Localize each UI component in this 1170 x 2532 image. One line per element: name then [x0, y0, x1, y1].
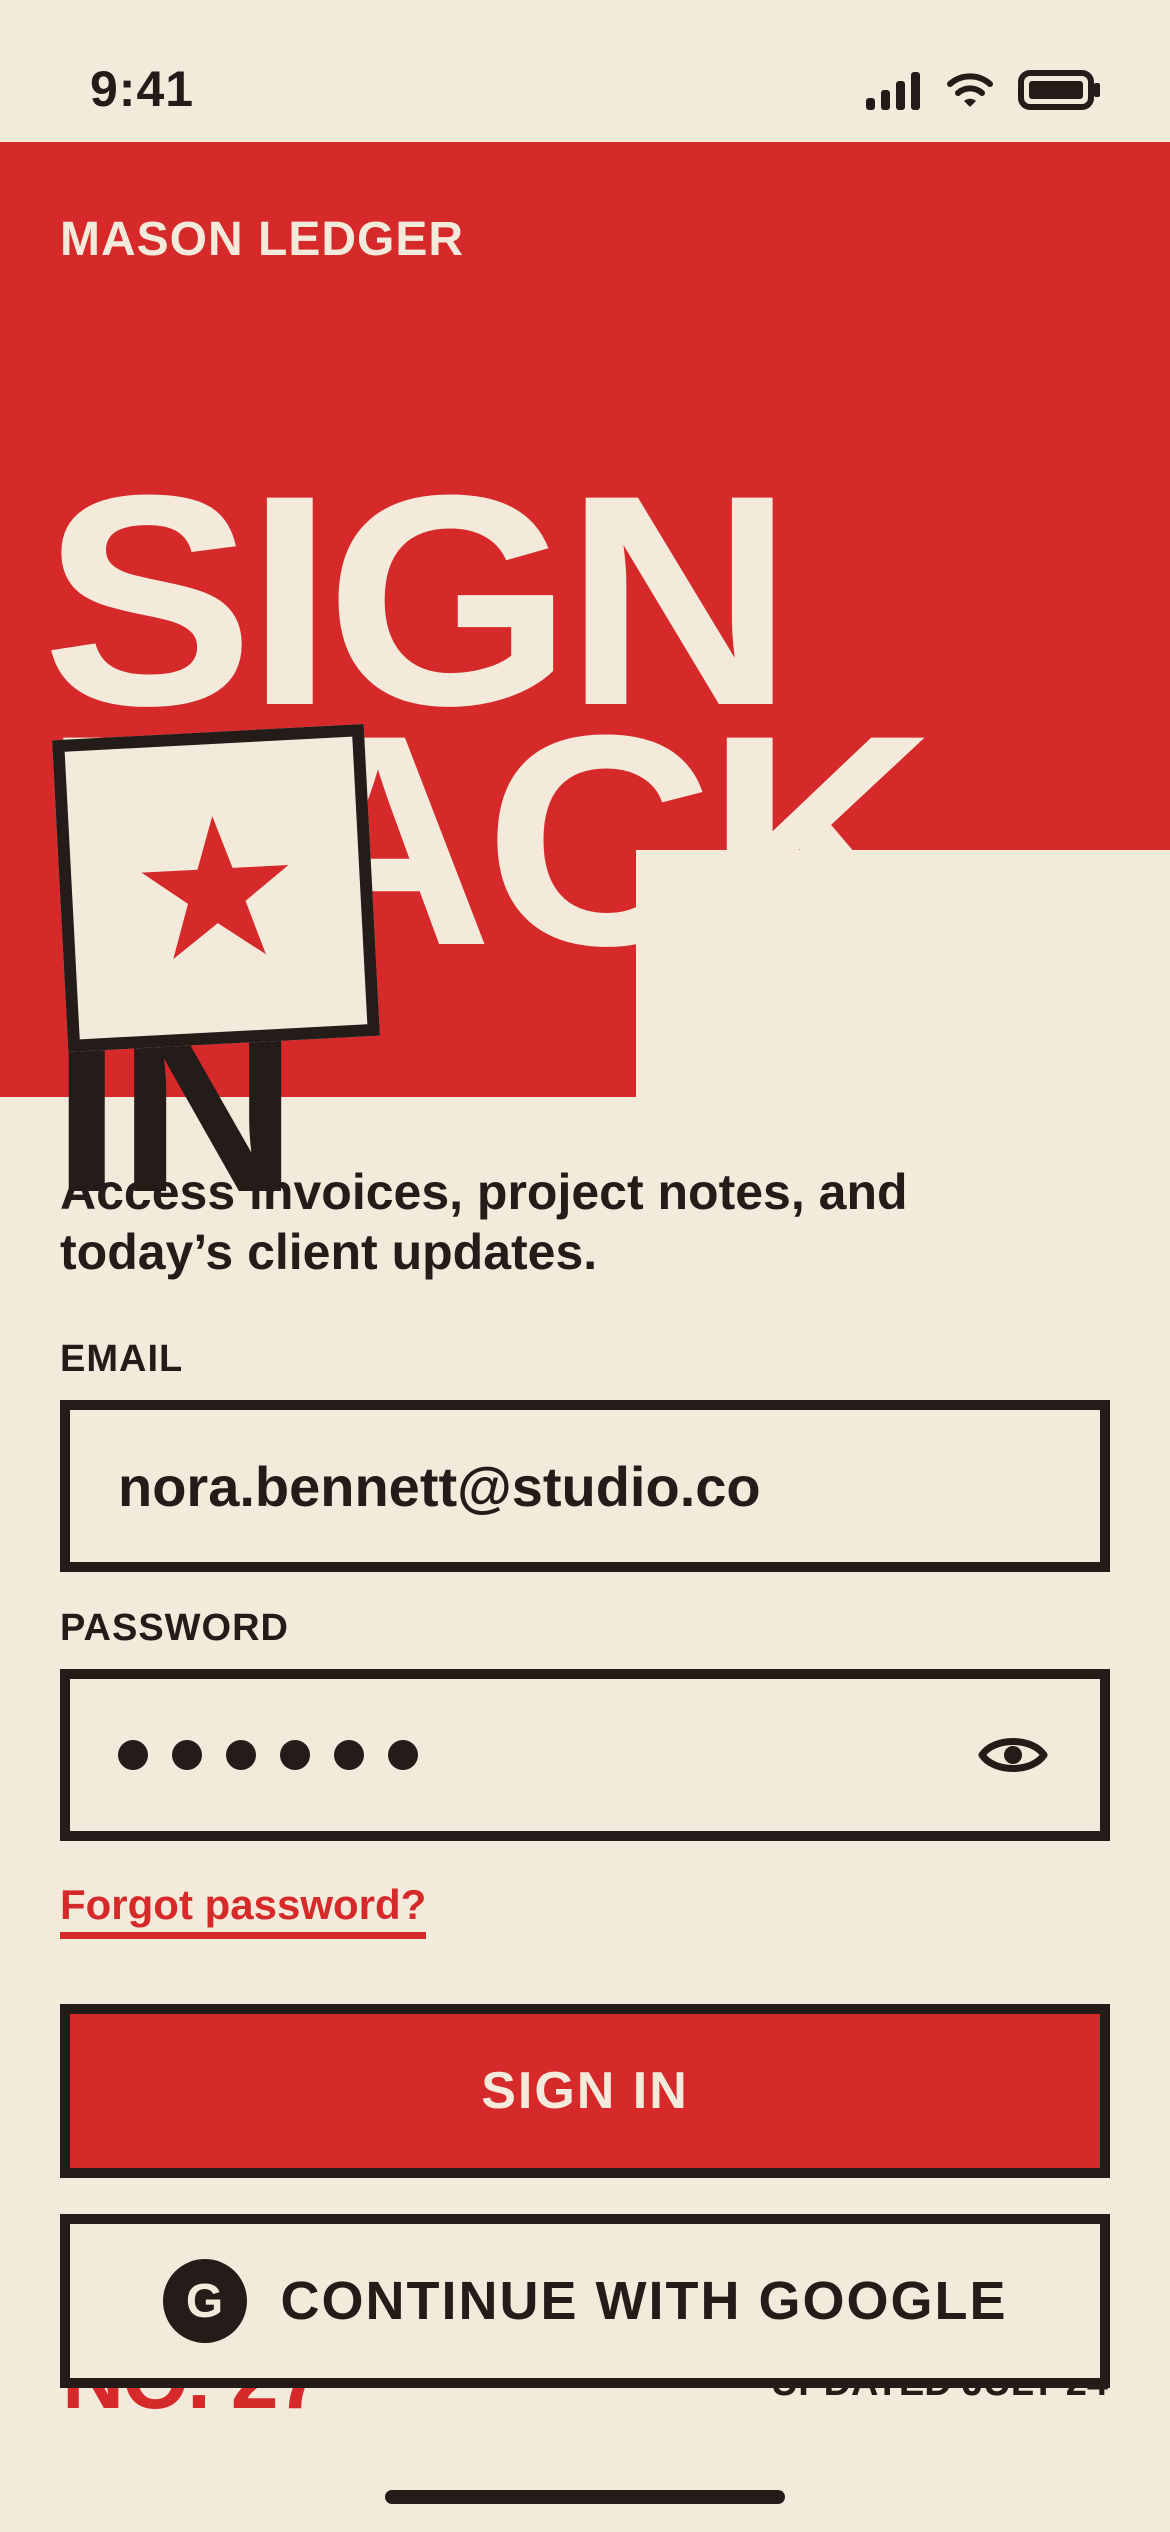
- password-label: PASSWORD: [60, 1607, 289, 1649]
- email-field[interactable]: nora.bennett@studio.co: [60, 1400, 1110, 1572]
- show-password-toggle[interactable]: [978, 1731, 1048, 1779]
- forgot-password-link[interactable]: Forgot password?: [60, 1881, 427, 1940]
- sign-in-label: SIGN IN: [481, 2062, 689, 2120]
- password-mask: [118, 1740, 418, 1770]
- battery-icon: [1018, 70, 1100, 110]
- email-value: nora.bennett@studio.co: [118, 1454, 761, 1518]
- password-dot: [118, 1740, 148, 1770]
- password-dot: [172, 1740, 202, 1770]
- password-dot: [334, 1740, 364, 1770]
- subtitle: Access invoices, project notes, and toda…: [60, 1164, 908, 1280]
- star-icon: [141, 816, 289, 960]
- google-button-label: CONTINUE WITH GOOGLE: [280, 2271, 1008, 2331]
- password-dot: [388, 1740, 418, 1770]
- star-stamp: [52, 724, 380, 1052]
- cellular-signal-icon: [866, 72, 920, 110]
- google-icon: G: [162, 2259, 247, 2343]
- continue-with-google-button[interactable]: G CONTINUE WITH GOOGLE: [60, 2214, 1110, 2388]
- password-dot: [226, 1740, 256, 1770]
- sign-in-button[interactable]: SIGN IN: [60, 2004, 1110, 2178]
- email-label: EMAIL: [60, 1338, 184, 1380]
- password-dot: [280, 1740, 310, 1770]
- brand-name: MASON LEDGER: [60, 213, 465, 266]
- wifi-icon: [947, 73, 993, 107]
- home-indicator: [385, 2490, 785, 2504]
- eye-icon: [978, 1738, 1048, 1772]
- status-time: 9:41: [90, 61, 195, 117]
- status-icons: [866, 64, 1102, 116]
- password-field[interactable]: [60, 1669, 1110, 1841]
